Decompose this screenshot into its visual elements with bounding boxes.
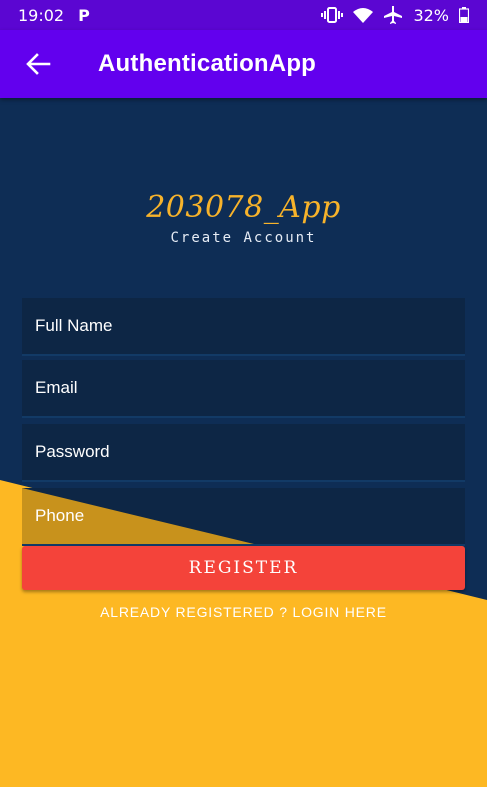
create-account-subtitle: Create Account [170,230,317,246]
airplane-icon [383,6,403,24]
login-link[interactable]: ALREADY REGISTERED ? LOGIN HERE [0,604,487,620]
wifi-icon [353,7,374,23]
battery-percent: 32% [413,5,449,25]
battery-icon [459,7,469,23]
password-hint: Password [35,442,110,461]
notification-p-icon: P [78,5,90,25]
email-field[interactable]: Email [22,360,465,418]
full-name-field[interactable]: Full Name [22,298,465,356]
email-hint: Email [35,378,78,397]
app-logo-text: 203078_App [146,190,341,225]
phone-hint: Phone [35,506,85,525]
password-field[interactable]: Password [22,424,465,482]
full-name-hint: Full Name [35,316,113,335]
phone-field[interactable]: Phone [22,488,465,546]
status-icons: 32% [321,6,469,25]
register-screen: 203078_App Create Account Full Name Emai… [0,98,487,787]
arrow-back-icon [26,53,51,75]
back-button[interactable] [22,48,54,80]
app-bar: AuthenticationApp [0,30,487,98]
status-time: 19:02 [18,5,65,25]
app-title: AuthenticationApp [98,50,317,77]
status-bar: 19:02 P 32% [0,0,487,30]
register-button[interactable]: REGISTER [22,546,465,590]
vibrate-icon [321,7,344,23]
